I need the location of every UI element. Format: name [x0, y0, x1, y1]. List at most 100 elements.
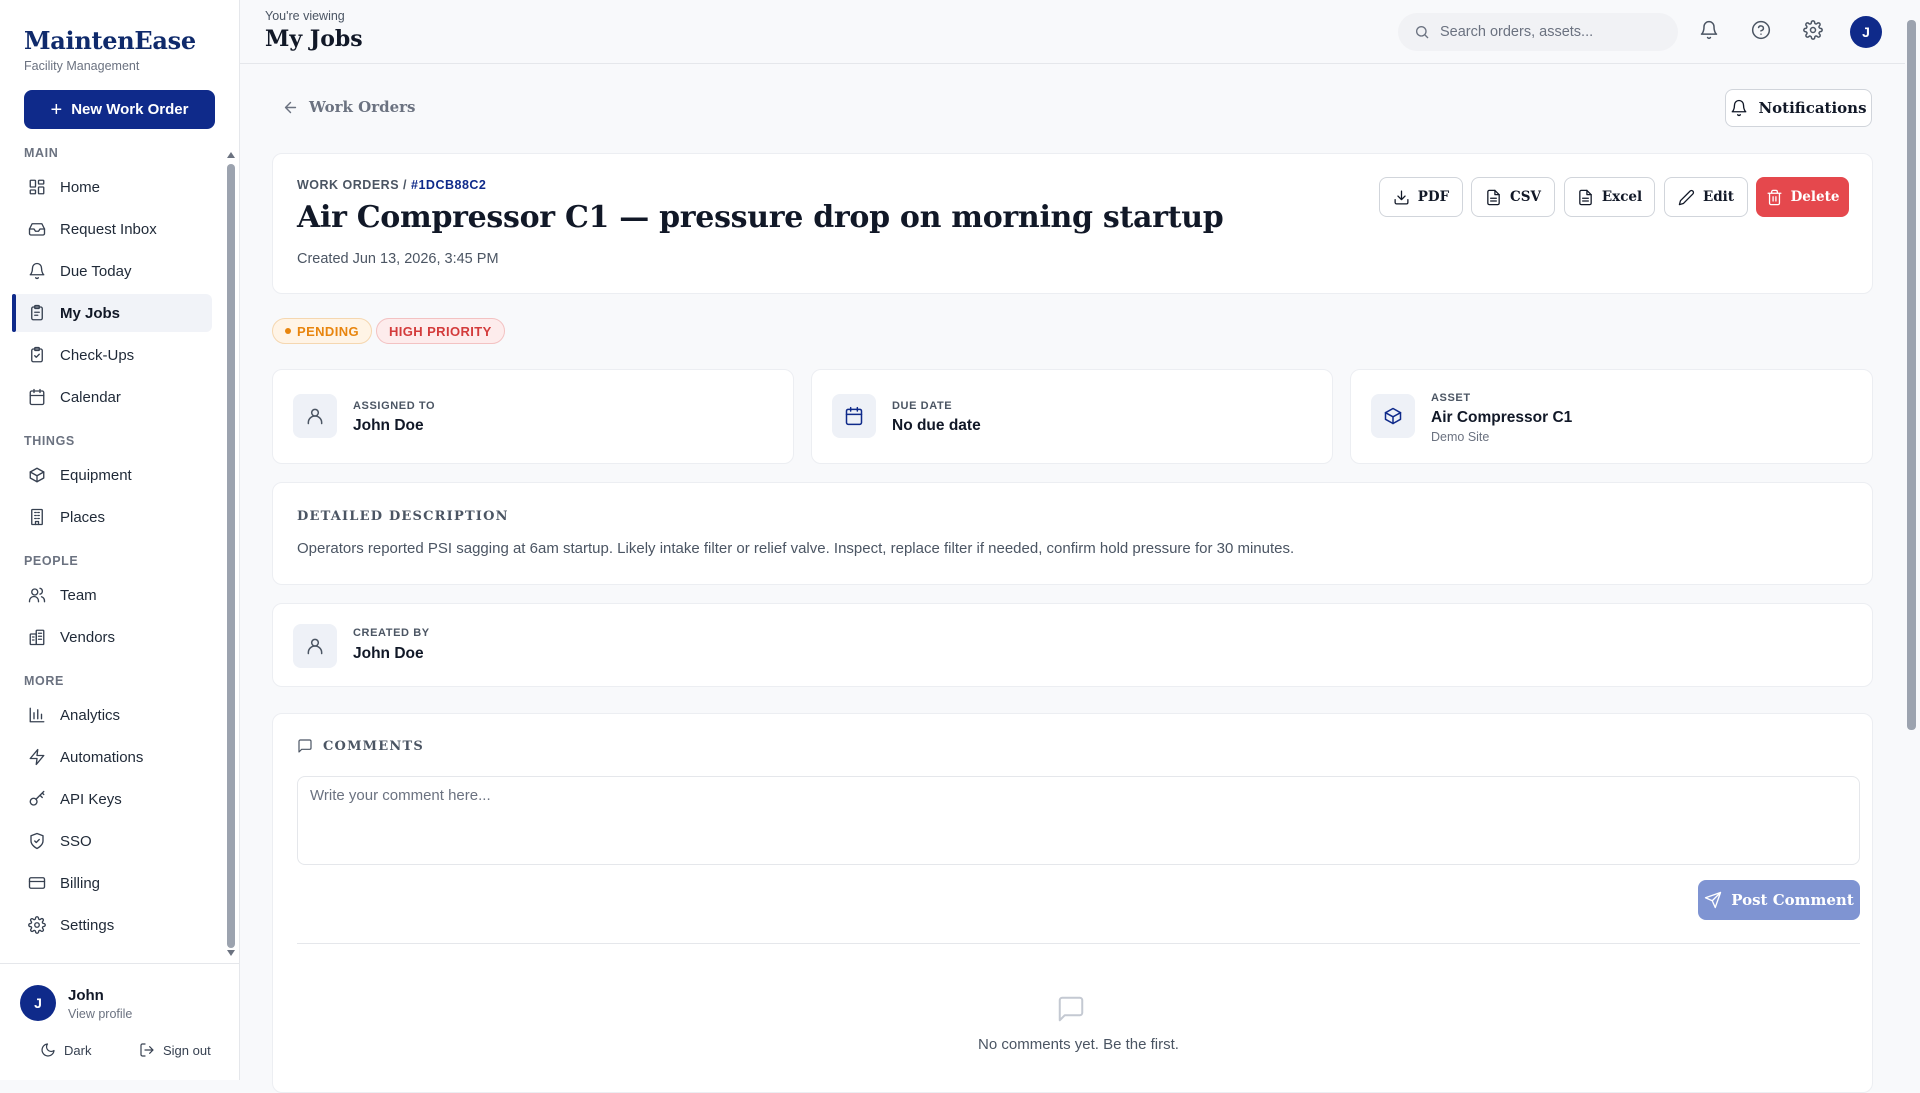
grid-icon: [28, 178, 46, 196]
sidebar-item-home[interactable]: Home: [12, 168, 212, 206]
package-icon: [28, 466, 46, 484]
comments-heading: COMMENTS: [323, 738, 424, 754]
csv-label: CSV: [1510, 189, 1541, 205]
sidebar-item-label: Settings: [60, 916, 115, 934]
sidebar-item-billing[interactable]: Billing: [12, 864, 212, 902]
sidebar-item-request-inbox[interactable]: Request Inbox: [12, 210, 212, 248]
edit-button[interactable]: Edit: [1664, 177, 1748, 217]
sidebar-item-label: Equipment: [60, 466, 132, 484]
sign-out-label: Sign out: [163, 1042, 211, 1058]
avatar[interactable]: J: [20, 985, 56, 1021]
breadcrumb-separator: /: [403, 178, 408, 192]
arrow-left-icon: [282, 99, 299, 116]
nav-section-people: PEOPLE: [24, 554, 79, 568]
topbar: You're viewing My Jobs J: [240, 0, 1905, 64]
divider: [297, 943, 1860, 944]
avatar[interactable]: J: [1850, 16, 1882, 48]
search-bar[interactable]: [1398, 13, 1678, 51]
search-input[interactable]: [1440, 24, 1660, 40]
sidebar-item-sso[interactable]: SSO: [12, 822, 212, 860]
pencil-icon: [1678, 189, 1695, 206]
bell-icon: [28, 262, 46, 280]
export-pdf-button[interactable]: PDF: [1379, 177, 1463, 217]
pdf-label: PDF: [1417, 189, 1450, 205]
export-csv-button[interactable]: CSV: [1471, 177, 1555, 217]
brand-name: MaintenEase: [24, 26, 196, 55]
message-square-icon: [1056, 994, 1086, 1024]
new-work-order-button[interactable]: + New Work Order: [24, 90, 215, 129]
bell-icon: [1699, 20, 1721, 40]
post-comment-button[interactable]: Post Comment: [1698, 880, 1860, 920]
help-button[interactable]: [1751, 20, 1773, 42]
assigned-to-label: ASSIGNED TO: [353, 400, 436, 412]
asset-value[interactable]: Air Compressor C1: [1431, 409, 1572, 427]
plus-icon: +: [50, 98, 63, 121]
sidebar-scrollbar[interactable]: [227, 164, 235, 948]
assigned-to-card: ASSIGNED TO John Doe: [272, 369, 794, 464]
sidebar-scroll-up[interactable]: [227, 152, 235, 158]
help-circle-icon: [1751, 20, 1773, 40]
sidebar-item-label: Analytics: [60, 706, 121, 724]
asset-card: ASSET Air Compressor C1 Demo Site: [1350, 369, 1873, 464]
sign-out-button[interactable]: Sign out: [139, 1042, 211, 1058]
asset-label: ASSET: [1431, 392, 1471, 404]
excel-label: Excel: [1601, 189, 1643, 205]
settings-button[interactable]: [1803, 20, 1825, 42]
sidebar-item-label: SSO: [60, 832, 92, 850]
sidebar-item-calendar[interactable]: Calendar: [12, 378, 212, 416]
sidebar-item-label: Request Inbox: [60, 220, 157, 238]
sidebar-item-my-jobs[interactable]: My Jobs: [12, 294, 212, 332]
sidebar-item-analytics[interactable]: Analytics: [12, 696, 212, 734]
sidebar-item-due-today[interactable]: Due Today: [12, 252, 212, 290]
file-text-icon: [1485, 189, 1502, 206]
work-order-id: #1DCB88C2: [411, 178, 487, 192]
created-by-value: John Doe: [353, 645, 424, 662]
sidebar-item-check-ups[interactable]: Check-Ups: [12, 336, 212, 374]
user-icon: [293, 624, 337, 668]
sidebar-item-vendors[interactable]: Vendors: [12, 618, 212, 656]
back-to-work-orders-link[interactable]: Work Orders: [282, 98, 416, 116]
due-date-card: DUE DATE No due date: [811, 369, 1333, 464]
export-excel-button[interactable]: Excel: [1564, 177, 1655, 217]
post-comment-label: Post Comment: [1731, 891, 1854, 909]
status-badge: PENDING: [272, 318, 373, 344]
sidebar-nav: MAIN Home Request Inbox Due Today My Job…: [0, 140, 240, 960]
nav-section-more: MORE: [24, 674, 64, 688]
notifications-button[interactable]: Notifications: [1725, 89, 1872, 127]
download-icon: [1393, 189, 1410, 206]
comment-input[interactable]: [297, 776, 1860, 865]
view-profile-link[interactable]: View profile: [68, 1007, 132, 1021]
clipboard-icon: [28, 304, 46, 322]
gear-icon: [1803, 20, 1825, 40]
calendar-icon: [28, 388, 46, 406]
shield-check-icon: [28, 832, 46, 850]
delete-button[interactable]: Delete: [1756, 177, 1849, 217]
sidebar-item-label: Due Today: [60, 262, 132, 280]
sidebar-item-places[interactable]: Places: [12, 498, 212, 536]
sidebar-item-api-keys[interactable]: API Keys: [12, 780, 212, 818]
dark-mode-button[interactable]: Dark: [40, 1042, 91, 1058]
description-card: DETAILED DESCRIPTION Operators reported …: [272, 482, 1873, 585]
due-date-label: DUE DATE: [892, 400, 953, 412]
sidebar-item-settings[interactable]: Settings: [12, 906, 212, 944]
page-scrollbar[interactable]: [1907, 20, 1916, 730]
sidebar-item-label: Check-Ups: [60, 346, 135, 364]
sidebar: MaintenEase Facility Management + New Wo…: [0, 0, 240, 1080]
sidebar-item-team[interactable]: Team: [12, 576, 212, 614]
breadcrumb-section[interactable]: WORK ORDERS: [297, 178, 399, 192]
delete-label: Delete: [1790, 189, 1840, 205]
brand[interactable]: MaintenEase Facility Management: [24, 26, 196, 73]
breadcrumb: WORK ORDERS / #1DCB88C2: [297, 178, 486, 192]
comments-header: COMMENTS: [297, 738, 424, 754]
sidebar-item-equipment[interactable]: Equipment: [12, 456, 212, 494]
back-label: Work Orders: [309, 98, 416, 116]
due-date-value: No due date: [892, 417, 981, 434]
sidebar-item-automations[interactable]: Automations: [12, 738, 212, 776]
sidebar-item-label: API Keys: [60, 790, 122, 808]
user-icon: [293, 394, 337, 438]
sidebar-item-label: My Jobs: [60, 304, 121, 322]
notifications-bell-button[interactable]: [1699, 20, 1721, 42]
created-timestamp: Created Jun 13, 2026, 3:45 PM: [297, 251, 499, 267]
sidebar-scroll-down[interactable]: [227, 950, 235, 956]
user-name[interactable]: John: [68, 987, 104, 1004]
